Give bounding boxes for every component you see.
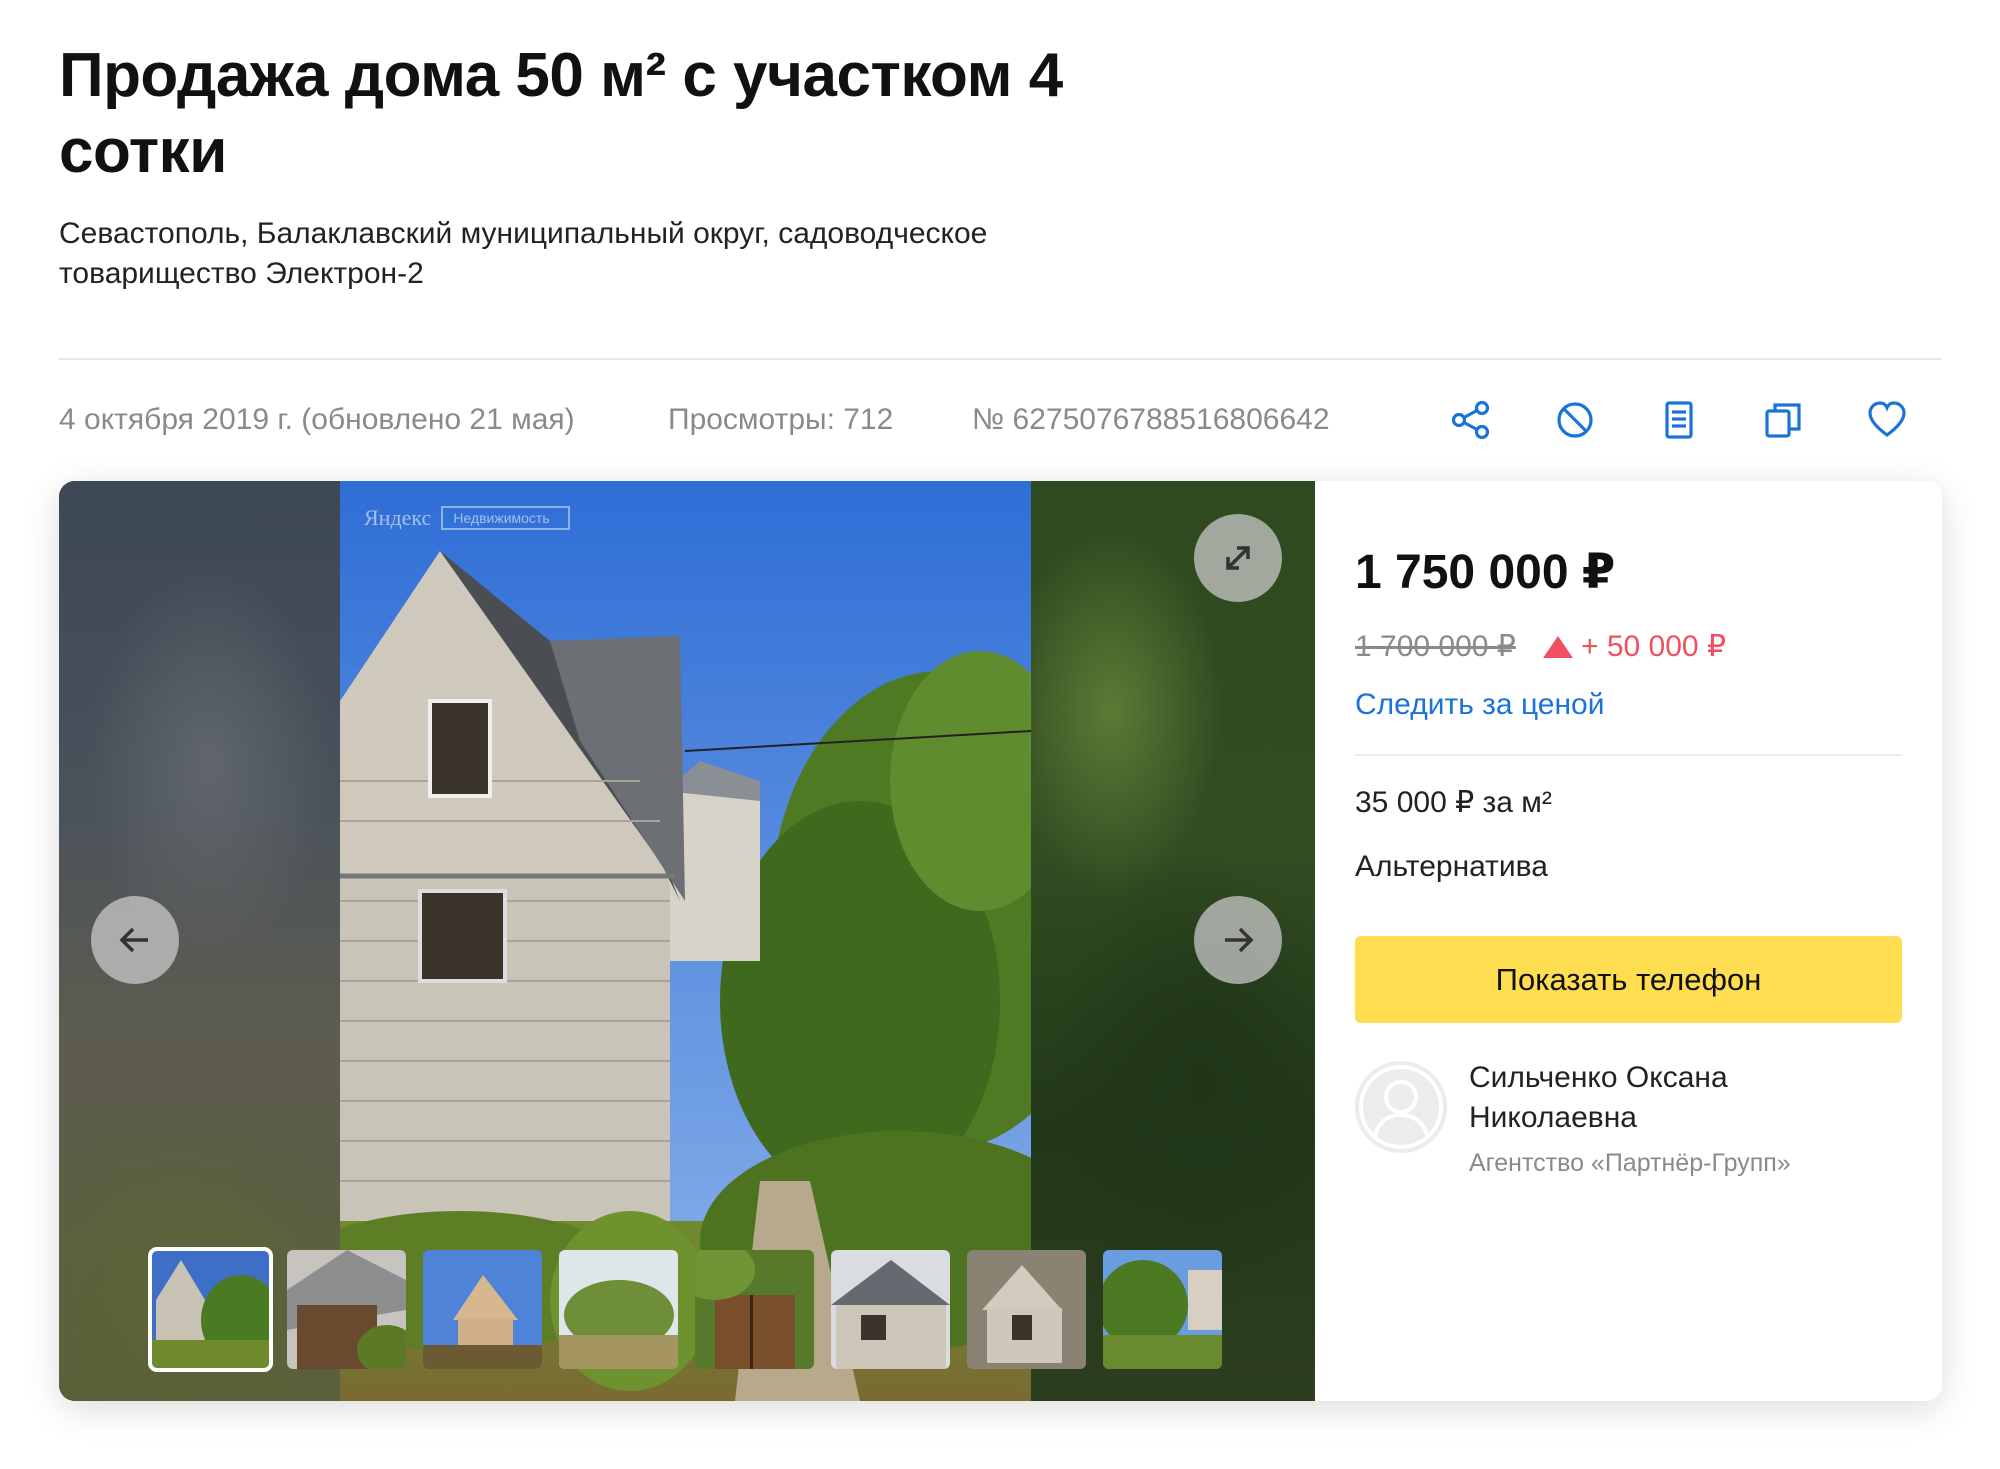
- price-change-value: + 50 000 ₽: [1581, 630, 1727, 663]
- thumbnail-strip: [148, 1247, 1222, 1372]
- action-bar: [1419, 397, 1939, 443]
- thumbnail[interactable]: [695, 1250, 814, 1369]
- price: 1 750 000 ₽: [1355, 546, 1616, 599]
- agent-agency[interactable]: Агентство «Партнёр-Групп»: [1469, 1146, 1791, 1180]
- arrow-left-icon: [119, 927, 148, 953]
- next-photo-button[interactable]: [1194, 896, 1282, 984]
- offer-number: № 6275076788516806642: [972, 403, 1330, 436]
- watch-price-link[interactable]: Следить за ценой: [1355, 685, 1604, 725]
- avatar: [1355, 1061, 1447, 1153]
- heart-icon: [1868, 401, 1906, 437]
- compare-button[interactable]: [1731, 397, 1835, 443]
- deal-type: Альтернатива: [1355, 850, 1548, 883]
- page-title: Продажа дома 50 м² с участком 4 сотки: [59, 41, 1063, 186]
- price-change: + 50 000 ₽: [1543, 627, 1726, 667]
- views-count: Просмотры: 712: [668, 403, 894, 436]
- share-button[interactable]: [1419, 397, 1523, 443]
- triangle-up-icon: [1543, 636, 1573, 658]
- share-icon: [1451, 400, 1490, 440]
- report-button[interactable]: [1627, 397, 1731, 443]
- offer-card: Яндекс Недвижимость 1 750 000 ₽ 1 700 00…: [59, 481, 1942, 1401]
- header-divider: [59, 358, 1941, 360]
- publish-date: 4 октября 2019 г. (обновлено 21 мая): [59, 403, 575, 436]
- sidebar-divider: [1355, 754, 1902, 756]
- thumbnail[interactable]: [967, 1250, 1086, 1369]
- block-icon: [1557, 402, 1593, 438]
- document-icon: [1665, 401, 1693, 439]
- hide-button[interactable]: [1523, 397, 1627, 443]
- watermark-brand: Яндекс: [364, 505, 432, 530]
- show-phone-button[interactable]: Показать телефон: [1355, 936, 1902, 1023]
- arrow-right-icon: [1225, 927, 1254, 953]
- thumbnail[interactable]: [559, 1250, 678, 1369]
- price-per-m2: 35 000 ₽ за м²: [1355, 786, 1552, 819]
- user-icon: [1355, 1061, 1447, 1153]
- expand-icon: [1226, 546, 1250, 570]
- previous-photo-button[interactable]: [91, 896, 179, 984]
- agent-name[interactable]: Сильченко Оксана Николаевна: [1469, 1058, 1889, 1138]
- address: Севастополь, Балаклавский муниципальный …: [59, 217, 988, 290]
- thumbnail[interactable]: [1103, 1250, 1222, 1369]
- copy-icon: [1765, 403, 1801, 438]
- thumbnail[interactable]: [287, 1250, 406, 1369]
- thumbnail[interactable]: [148, 1247, 273, 1372]
- watermark: Яндекс Недвижимость: [364, 505, 570, 531]
- photo-gallery[interactable]: Яндекс Недвижимость: [59, 481, 1315, 1401]
- watermark-tag: Недвижимость: [441, 506, 570, 530]
- fullscreen-button[interactable]: [1194, 514, 1282, 602]
- thumbnail[interactable]: [423, 1250, 542, 1369]
- offer-sidebar: 1 750 000 ₽ 1 700 000 ₽ + 50 000 ₽ Следи…: [1315, 481, 1942, 1401]
- thumbnail[interactable]: [831, 1250, 950, 1369]
- old-price: 1 700 000 ₽: [1355, 630, 1516, 663]
- favorite-button[interactable]: [1835, 397, 1939, 443]
